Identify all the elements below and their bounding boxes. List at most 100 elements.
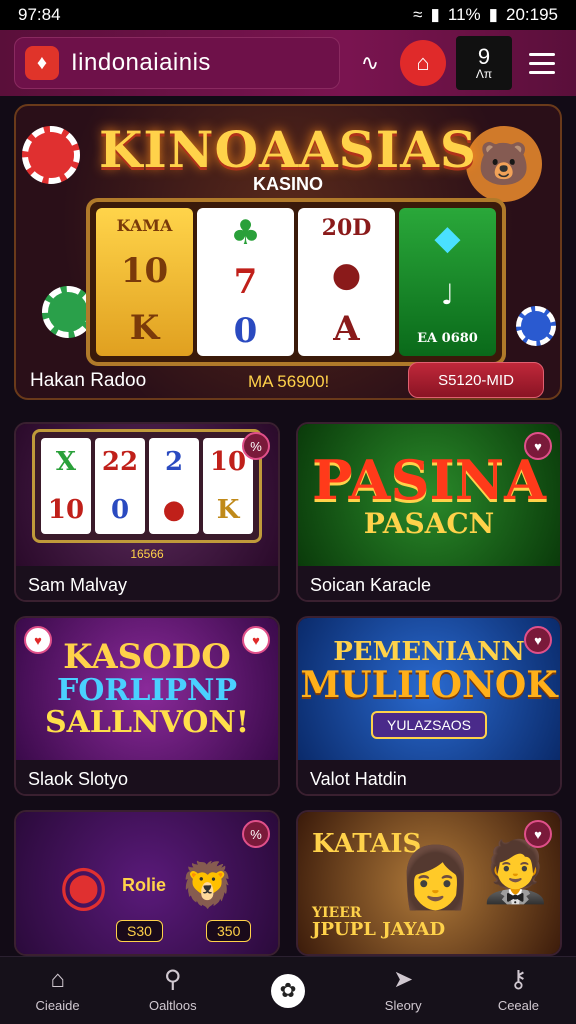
nav-item-home[interactable]: ⌂ Cieaide [0,957,115,1024]
favorite-icon[interactable]: % [242,820,270,848]
rocket-icon: ➤ [393,966,414,993]
game-tile[interactable]: KASODO FORLIPNP SALLNVON! ♥ ♥ Slaok Slot… [14,616,280,796]
hero-subtitle: KASINO [252,174,323,194]
gem-icon: ◆ [434,218,461,258]
tile-amount: S30 [116,920,163,942]
tile-caption: Sam Malvay [16,566,278,600]
tile-art-sub: PASACN [363,506,495,540]
bell-icon: ♩ [440,278,455,311]
key-icon: ⚷ [509,966,528,993]
nav-label: Oaltloos [148,998,197,1013]
favorite-icon[interactable]: ♥ [524,626,552,654]
poker-chip-icon [516,306,556,346]
badge-number: 9 [477,44,491,69]
reel-symbol: 20D [321,215,372,241]
reel-symbol: K [216,495,240,525]
roulette-icon: ◉ [59,853,109,916]
menu-icon[interactable] [522,43,562,83]
person-icon: 👩 [398,844,473,911]
reel-symbol: 22 [101,447,139,477]
hero-banner[interactable]: 🐻 KINOAASIAS KASINO KAMA 10 K ♣ 7 0 20D … [14,104,562,400]
reel-symbol: X [55,447,77,477]
game-tile[interactable]: ◉ Rolie 🦁 S30 350 % [14,810,280,956]
game-art: KASODO FORLIPNP SALLNVON! [16,618,278,760]
nav-item-story[interactable]: ➤ Sleory [346,957,461,1024]
tile-art-title: PASINA [311,447,547,512]
game-tile[interactable]: PEMENIANN MULIIONOK YULAZSAOS ♥ Valot Ha… [296,616,562,796]
nav-label: Sleory [384,998,422,1013]
reel-symbol: KAMA [116,216,173,236]
tile-amount: 350 [206,920,252,942]
heart-icon[interactable]: ♥ [24,626,52,654]
game-art: KATAIS 👩 🤵 YIEER JPUPL JAYAD [298,812,560,954]
search-icon: ⚲ [164,966,182,993]
game-art: PASINA PASACN [298,424,560,566]
game-tile[interactable]: PASINA PASACN ♥ Soican Karacle [296,422,562,602]
hero-play-button[interactable]: S5120-MID [408,362,544,398]
nav-item-center[interactable]: ✿ [230,957,345,1024]
badge-sub: Λπ [475,67,493,81]
game-art: PEMENIANN MULIIONOK YULAZSAOS [298,618,560,760]
nav-item-key[interactable]: ⚷ Ceeale [461,957,576,1024]
tile-caption: Valot Hatdin [298,760,560,794]
favorite-icon[interactable]: ♥ [242,626,270,654]
tile-art-tag: Rolie [122,874,167,895]
nav-item-search[interactable]: ⚲ Oaltloos [115,957,230,1024]
home-icon: ⌂ [50,966,65,993]
favorite-icon[interactable]: ♥ [524,820,552,848]
brand-name: Iindonaiainis [71,49,211,76]
tile-art-line3: SALLNVON! [44,704,250,740]
tile-caption: Slaok Slotyo [16,760,278,794]
game-art: X 10 22 0 2 ● 10 K 16566 [16,424,278,566]
nav-label: Cieaide [35,998,80,1013]
reel-symbol: 2 [164,447,184,477]
hero-title: KINOAASIAS [98,120,478,179]
favorite-icon[interactable]: % [242,432,270,460]
brand-bar[interactable]: ♦ Iindonaiainis [14,37,340,89]
game-tile[interactable]: X 10 22 0 2 ● 10 K 16566 % Sam Malvay [14,422,280,602]
battery-icon: ▮ [488,5,498,24]
favorite-icon[interactable]: ♥ [524,432,552,460]
reel-symbol: 10 [120,251,169,292]
tile-art-line2: JPUPL JAYAD [312,918,446,940]
game-tile[interactable]: KATAIS 👩 🤵 YIEER JPUPL JAYAD ♥ [296,810,562,956]
wave-icon[interactable]: ∿ [350,43,390,83]
tile-caption: Soican Karacle [298,566,560,600]
cherry-icon: ● [162,495,186,525]
reel: ♣ 7 0 [197,208,294,356]
reel-symbol: 0 [233,311,258,352]
cherry-icon: ● [331,255,362,295]
bottom-nav: ⌂ Cieaide ⚲ Oaltloos ✿ ➤ Sleory ⚷ Ceeale [0,956,576,1024]
tile-art-line2: MULIIONOK [300,663,558,706]
brand-logo-icon: ♦ [25,46,59,80]
status-right: ≈ ▮ 11% ▮ 20:195 [413,5,558,25]
reel: ◆ ♩ EA 0680 [399,208,496,356]
hero-amount: MA 56900! [248,372,330,391]
slot-reels: KAMA 10 K ♣ 7 0 20D ● A ◆ ♩ EA 0680 [86,198,506,366]
reel-symbol: 7 [233,261,258,302]
lion-icon: 🦁 [180,861,235,910]
notification-badge[interactable]: 9 Λπ [456,36,512,90]
tile-art-title: PEMENIANN [333,637,525,668]
reel-symbol: 0 [110,495,130,525]
reel-symbol: EA 0680 [417,331,478,346]
wifi-icon: ≈ [413,5,423,24]
tile-art-label: 16566 [130,547,164,561]
reel-symbol: 10 [47,495,85,525]
status-clock: 20:195 [506,5,558,24]
signal-icon: ▮ [430,5,440,24]
reel-symbol: 10 [209,447,247,477]
tile-art-line2: FORLIPNP [56,673,238,709]
reel: KAMA 10 K [96,208,193,356]
house-icon[interactable]: ⌂ [400,40,446,86]
tile-art-title: KASODO [63,636,231,677]
reel-icon: ✿ [271,973,305,1008]
reel-symbol: A [333,309,360,349]
battery-level: 11% [447,5,481,24]
slot-reels: X 10 22 0 2 ● 10 K [32,429,262,543]
reel: 20D ● A [298,208,395,356]
clover-icon: ♣ [230,212,261,253]
status-bar: 97:84 ≈ ▮ 11% ▮ 20:195 [0,0,576,30]
reel-symbol: K [129,307,160,348]
hero-caption: Hakan Radoo [30,370,147,391]
